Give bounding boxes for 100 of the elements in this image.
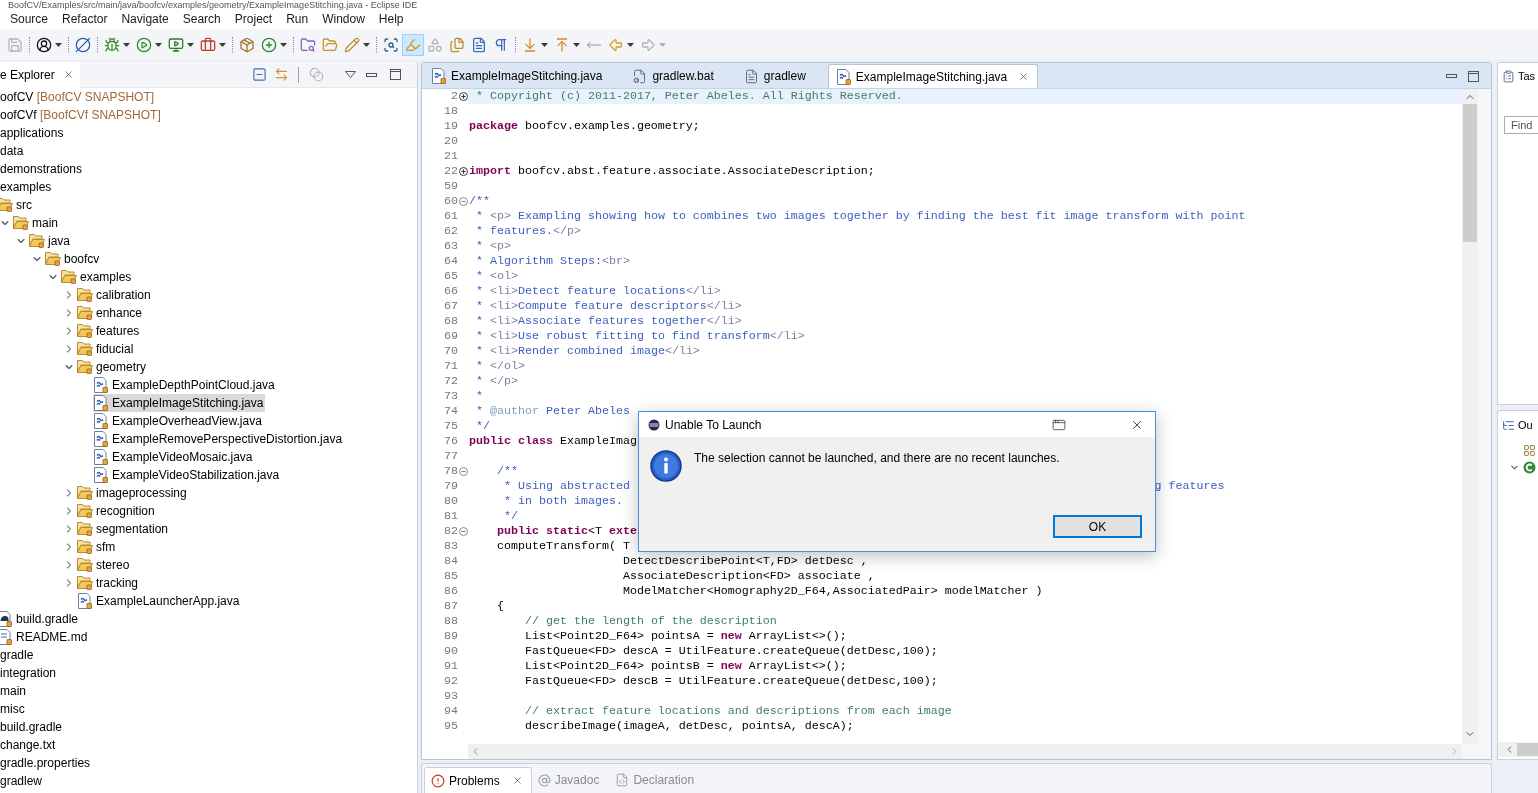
tree-item[interactable]: enhance [77,304,145,322]
find-field[interactable]: Find [1504,116,1538,134]
menu-item[interactable]: Refactor [55,11,115,28]
tree-item[interactable]: ExampleVideoMosaic.java [93,448,255,466]
tree-item[interactable]: gradle [0,646,36,664]
tree-item[interactable]: ExampleDepthPointCloud.java [93,376,277,394]
tree-item[interactable]: src [0,196,34,214]
tree-item[interactable]: imageprocessing [77,484,189,502]
vertical-scrollbar[interactable] [1462,89,1478,744]
tree-item[interactable]: sfm [77,538,118,556]
monitor-play-icon[interactable] [168,36,184,53]
minus-circle-icon[interactable] [458,197,468,206]
tree-item[interactable]: calibration [77,286,153,304]
tree-item[interactable]: main [0,682,28,700]
tree-item[interactable]: build.gradle [0,610,81,628]
folder-icon[interactable] [322,36,338,53]
caret-icon[interactable] [541,42,548,47]
caret-icon[interactable] [55,42,62,47]
briefcase-icon[interactable] [200,36,216,53]
package-icon[interactable] [239,36,255,53]
caret-icon[interactable] [187,42,194,47]
tree-item[interactable]: misc [0,700,27,718]
close-icon[interactable] [1018,71,1030,82]
tree-item[interactable]: demonstrations [0,160,85,178]
tree-item[interactable]: change.txt [0,736,58,754]
editor-tab[interactable]: ExampleImageStitching.java [827,64,1039,88]
tree-item[interactable]: ExampleOverheadView.java [93,412,264,430]
scrollbar-thumb[interactable] [1463,104,1477,242]
maximize-icon[interactable] [1468,70,1479,82]
tree-item[interactable]: data [0,142,26,160]
tree-item[interactable]: integration [0,664,59,682]
editor-tab[interactable]: gradlew.bat [624,64,736,88]
view-tab[interactable]: Tas [1518,68,1536,85]
window-icon[interactable] [1052,417,1066,432]
tree-item[interactable]: stereo [77,556,132,574]
plus-circle-icon[interactable] [458,167,468,176]
arrows-icon[interactable] [273,67,289,82]
tree-item[interactable]: README.md [0,628,90,646]
tree-item[interactable]: ExampleLauncherApp.java [77,592,242,610]
tree-item[interactable]: oofCV [BoofCV SNAPSHOT] [0,88,157,106]
editor-tab[interactable]: gradlew [735,64,828,88]
tree-item[interactable]: gradle.properties [0,754,93,772]
menu-item[interactable]: Navigate [114,11,176,28]
minimize-icon[interactable] [366,72,377,77]
tree-item[interactable]: features [77,322,142,340]
menu-item[interactable]: Project [227,11,280,28]
search-icon[interactable] [383,36,399,53]
tree-item[interactable]: applications [0,124,66,142]
menu-item[interactable]: Run [279,11,316,28]
view-tab[interactable]: Ou [1518,416,1533,434]
caret-icon[interactable] [123,42,130,47]
menu-icon[interactable] [345,71,356,78]
close-icon[interactable] [62,69,74,80]
caret-icon[interactable] [363,42,370,47]
chevron-down-icon[interactable] [1508,462,1520,473]
tree-item[interactable]: examples [0,178,54,196]
tree-item[interactable]: recognition [77,502,157,520]
menu-item[interactable]: Help [371,11,411,28]
collapse-icon[interactable] [251,67,267,82]
tree-item[interactable]: ExampleVideoStabilization.java [93,466,282,484]
plus-circle-icon[interactable] [458,92,468,101]
view-tab[interactable]: e Explorer [0,62,80,88]
tree-item[interactable]: java [29,232,72,250]
caret-icon[interactable] [573,42,580,47]
caret-icon[interactable] [280,42,287,47]
caret-icon[interactable] [627,42,634,47]
tree-item[interactable]: boofcv [45,250,102,268]
folder-search-icon[interactable] [300,36,316,53]
slash-circle-icon[interactable] [75,36,91,53]
tree-item[interactable]: gradlew [0,772,45,790]
menu-item[interactable]: Source [3,11,56,28]
scrollbar-thumb[interactable] [1517,743,1538,756]
tree-item[interactable]: build.gradle [0,718,65,736]
tree-item[interactable]: ExampleImageStitching.java [93,394,266,412]
tree-item[interactable]: tracking [77,574,141,592]
caret-icon[interactable] [155,42,162,47]
tree-item[interactable]: examples [61,268,134,286]
play-icon[interactable] [136,36,152,53]
tree-item[interactable]: segmentation [77,520,171,538]
editor-tab[interactable]: ExampleImageStitching.java [424,64,625,88]
caret-icon[interactable] [219,42,226,47]
bug-icon[interactable] [104,36,120,53]
menu-item[interactable]: Search [175,11,228,28]
files-icon[interactable] [449,36,465,53]
tree-item[interactable]: main [13,214,60,232]
minus-circle-icon[interactable] [458,527,468,536]
pilcrow-icon[interactable] [493,36,509,53]
close-icon[interactable] [511,775,523,786]
tree-item[interactable]: geometry [77,358,149,376]
maximize-icon[interactable] [390,69,401,80]
person-icon[interactable] [36,36,52,53]
horizontal-scrollbar[interactable] [1498,742,1538,757]
menu-item[interactable]: Window [315,11,372,28]
document-icon[interactable] [471,36,487,53]
ok-button[interactable]: OK [1053,515,1142,538]
minimize-icon[interactable] [1446,74,1457,78]
tree-item[interactable]: fiducial [77,340,136,358]
tree-item[interactable]: ExampleRemovePerspectiveDistortion.java [93,430,345,448]
minus-circle-icon[interactable] [458,467,468,476]
tree-item[interactable]: oofCVf [BoofCVf SNAPSHOT] [0,106,163,124]
